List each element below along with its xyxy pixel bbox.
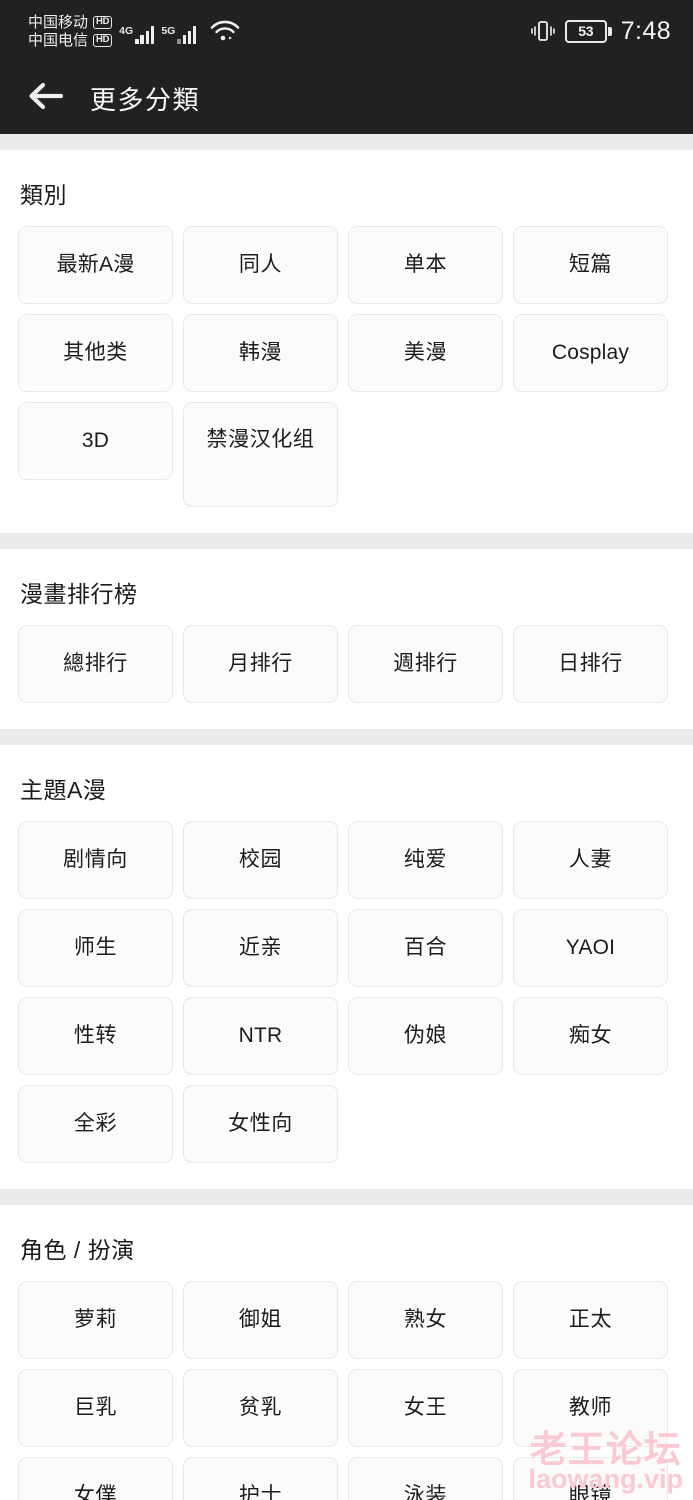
section-categories: 類別 最新A漫 同人 单本 短篇 其他类 韩漫 美漫 Cosplay 3D 禁漫… — [0, 150, 693, 533]
page-title: 更多分類 — [90, 84, 201, 115]
content-scroll-area[interactable]: 類別 最新A漫 同人 单本 短篇 其他类 韩漫 美漫 Cosplay 3D 禁漫… — [0, 134, 693, 1500]
status-bar-right: 53 7:48 — [530, 16, 671, 45]
chip-grid: 剧情向 校园 纯爱 人妻 师生 近亲 百合 YAOI 性转 NTR 伪娘 痴女 … — [18, 821, 675, 1189]
category-chip[interactable]: 總排行 — [18, 625, 173, 703]
app-root: 中国移动 HD 中国电信 HD 4G 5G 53 7:48 更多分類 類別 最新… — [0, 0, 693, 1500]
status-bar-clock: 7:48 — [620, 16, 671, 45]
category-chip[interactable]: 巨乳 — [18, 1369, 173, 1447]
battery-level-label: 53 — [564, 19, 607, 43]
hd-badge-icon: HD — [93, 15, 113, 29]
category-chip[interactable]: 纯爱 — [348, 821, 503, 899]
section-separator — [0, 729, 693, 745]
arrow-left-icon — [25, 80, 65, 117]
network-indicator-4g: 4G — [119, 18, 155, 44]
network-indicator-5g: 5G — [161, 18, 197, 44]
category-chip[interactable]: 眼镜 — [513, 1457, 668, 1500]
category-chip[interactable]: 百合 — [348, 909, 503, 987]
category-chip[interactable]: 御姐 — [183, 1281, 338, 1359]
carrier-list: 中国移动 HD 中国电信 HD — [28, 13, 113, 49]
section-title: 主題A漫 — [20, 777, 107, 803]
category-chip[interactable]: 贫乳 — [183, 1369, 338, 1447]
section-title: 角色 / 扮演 — [20, 1237, 135, 1263]
category-chip[interactable]: 泳装 — [348, 1457, 503, 1500]
chip-grid: 萝莉 御姐 熟女 正太 巨乳 贫乳 女王 教师 女僕 护士 泳装 眼镜 连裤袜 … — [18, 1281, 675, 1500]
category-chip[interactable]: 女僕 — [18, 1457, 173, 1500]
section-roles: 角色 / 扮演 萝莉 御姐 熟女 正太 巨乳 贫乳 女王 教师 女僕 护士 泳装… — [0, 1205, 693, 1500]
category-chip[interactable]: Cosplay — [513, 314, 668, 392]
wifi-icon — [210, 20, 240, 47]
section-separator — [0, 134, 693, 150]
network-type-label: 4G — [119, 25, 134, 37]
category-chip[interactable]: 剧情向 — [18, 821, 173, 899]
back-button[interactable] — [22, 75, 68, 121]
hd-badge-icon: HD — [93, 33, 113, 47]
status-bar-left: 中国移动 HD 中国电信 HD 4G 5G — [28, 15, 240, 48]
section-separator — [0, 1189, 693, 1205]
battery-icon: 53 — [564, 19, 612, 43]
signal-bars-icon — [177, 24, 197, 44]
category-chip[interactable]: 短篇 — [513, 226, 668, 304]
section-title: 漫畫排行榜 — [20, 581, 138, 607]
carrier-row: 中国电信 HD — [28, 31, 113, 49]
category-chip[interactable]: 月排行 — [183, 625, 338, 703]
section-themes: 主題A漫 剧情向 校园 纯爱 人妻 师生 近亲 百合 YAOI 性转 NTR 伪… — [0, 745, 693, 1189]
category-chip[interactable]: 女性向 — [183, 1085, 338, 1163]
category-chip[interactable]: 同人 — [183, 226, 338, 304]
category-chip[interactable]: 日排行 — [513, 625, 668, 703]
section-rankings: 漫畫排行榜 總排行 月排行 週排行 日排行 — [0, 549, 693, 729]
category-chip[interactable]: 其他类 — [18, 314, 173, 392]
category-chip[interactable]: 护士 — [183, 1457, 338, 1500]
network-type-label: 5G — [161, 25, 176, 37]
category-chip[interactable]: 校园 — [183, 821, 338, 899]
category-chip[interactable]: 美漫 — [348, 314, 503, 392]
category-chip[interactable]: 教师 — [513, 1369, 668, 1447]
category-chip[interactable]: 萝莉 — [18, 1281, 173, 1359]
battery-cap — [608, 26, 612, 36]
section-title: 類別 — [20, 182, 67, 208]
category-chip[interactable]: 人妻 — [513, 821, 668, 899]
app-bar: 更多分類 — [0, 62, 693, 134]
category-chip[interactable]: YAOI — [513, 909, 668, 987]
category-chip[interactable]: 熟女 — [348, 1281, 503, 1359]
category-chip[interactable]: 最新A漫 — [18, 226, 173, 304]
category-chip[interactable]: NTR — [183, 997, 338, 1075]
category-chip[interactable]: 禁漫汉化组 — [183, 402, 338, 507]
category-chip[interactable]: 近亲 — [183, 909, 338, 987]
category-chip[interactable]: 韩漫 — [183, 314, 338, 392]
category-chip[interactable]: 痴女 — [513, 997, 668, 1075]
category-chip[interactable]: 3D — [18, 402, 173, 480]
category-chip[interactable]: 週排行 — [348, 625, 503, 703]
section-separator — [0, 533, 693, 549]
category-chip[interactable]: 女王 — [348, 1369, 503, 1447]
carrier-name: 中国移动 — [28, 13, 89, 31]
category-chip[interactable]: 正太 — [513, 1281, 668, 1359]
category-chip[interactable]: 单本 — [348, 226, 503, 304]
category-chip[interactable]: 性转 — [18, 997, 173, 1075]
category-chip[interactable]: 伪娘 — [348, 997, 503, 1075]
carrier-name: 中国电信 — [28, 31, 89, 49]
chip-grid: 總排行 月排行 週排行 日排行 — [18, 625, 675, 729]
carrier-row: 中国移动 HD — [28, 13, 113, 31]
vibrate-icon — [530, 19, 556, 43]
signal-bars-icon — [135, 24, 155, 44]
category-chip[interactable]: 全彩 — [18, 1085, 173, 1163]
chip-grid: 最新A漫 同人 单本 短篇 其他类 韩漫 美漫 Cosplay 3D 禁漫汉化组 — [18, 226, 675, 533]
category-chip[interactable]: 师生 — [18, 909, 173, 987]
status-bar: 中国移动 HD 中国电信 HD 4G 5G 53 7:48 — [0, 0, 693, 62]
